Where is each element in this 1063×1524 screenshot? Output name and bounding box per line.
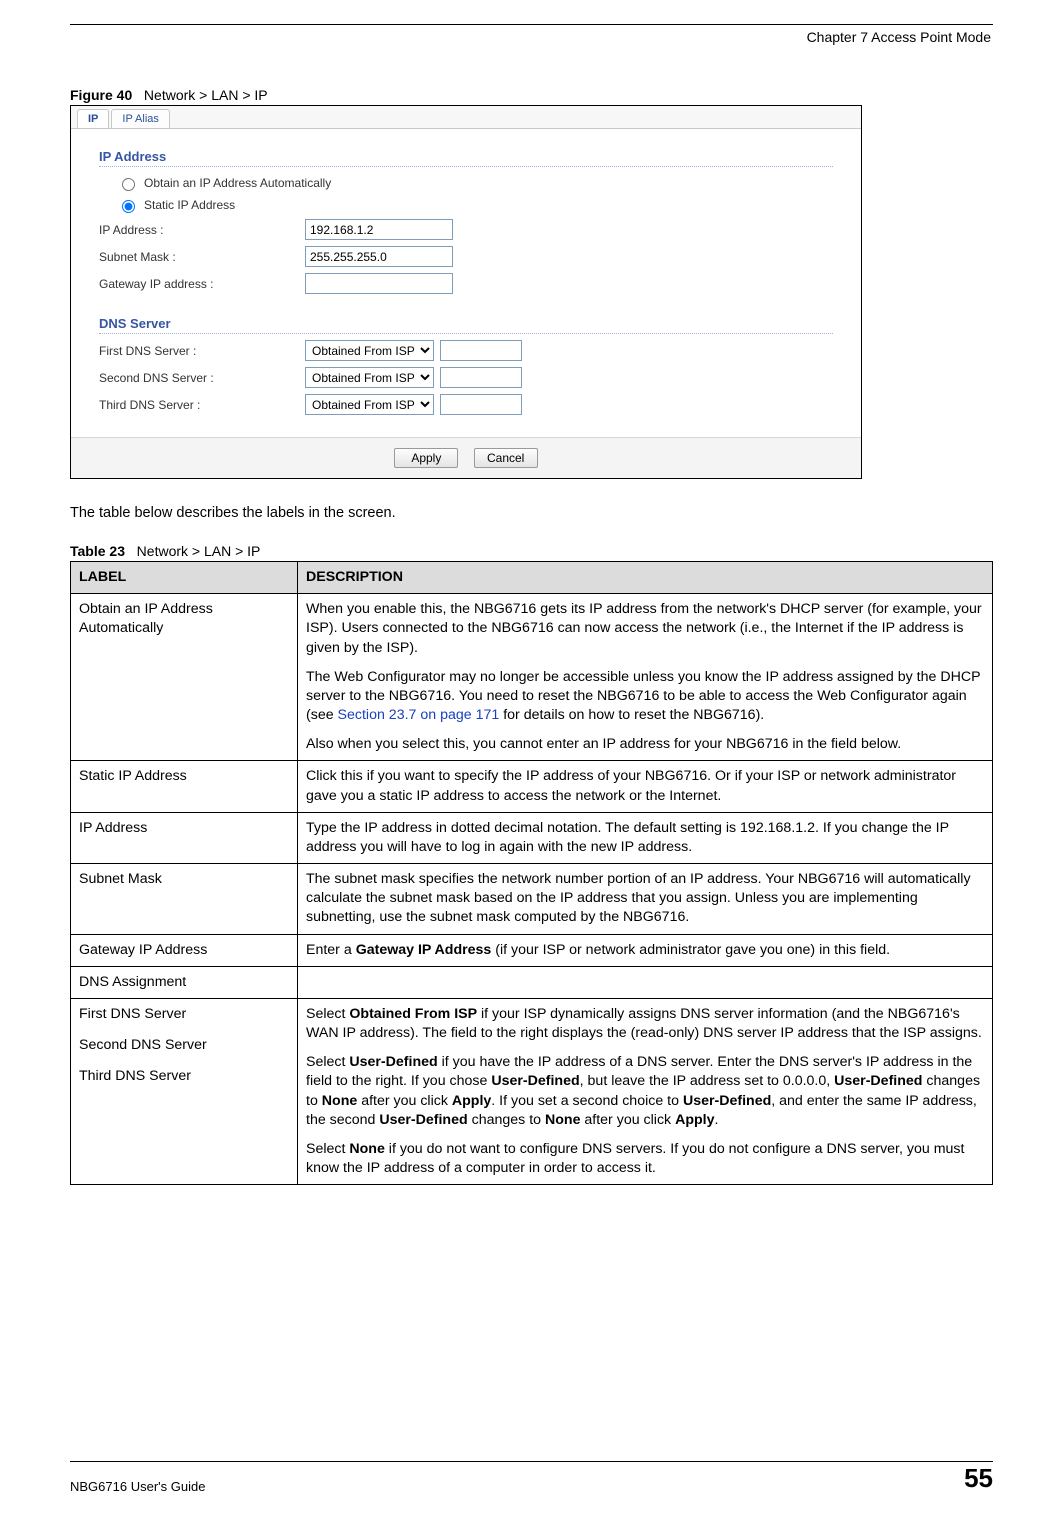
cell-desc: Click this if you want to specify the IP… xyxy=(298,761,993,812)
cell-label: First DNS Server Second DNS Server Third… xyxy=(71,998,298,1184)
label-first-dns: First DNS Server : xyxy=(99,344,305,358)
input-gateway-ip[interactable] xyxy=(305,273,453,294)
table-row: Obtain an IP Address Automatically When … xyxy=(71,594,993,761)
label-third-dns: Third DNS Server : xyxy=(99,398,305,412)
label-obtain-auto: Obtain an IP Address Automatically xyxy=(144,176,331,190)
cancel-button[interactable]: Cancel xyxy=(474,448,538,468)
input-first-dns-value[interactable] xyxy=(440,340,522,361)
section-ip-address: IP Address xyxy=(99,149,833,167)
cell-label: Static IP Address xyxy=(71,761,298,812)
cross-ref-link[interactable]: Section 23.7 on page 171 xyxy=(338,707,500,723)
apply-button[interactable]: Apply xyxy=(394,448,458,468)
cell-label: Gateway IP Address xyxy=(71,934,298,966)
th-label: LABEL xyxy=(71,562,298,594)
table-row: DNS Assignment xyxy=(71,966,993,998)
page-number: 55 xyxy=(964,1463,993,1494)
table-row: IP Address Type the IP address in dotted… xyxy=(71,812,993,863)
radio-obtain-auto[interactable] xyxy=(122,178,135,191)
chapter-header: Chapter 7 Access Point Mode xyxy=(70,29,993,45)
input-second-dns-value[interactable] xyxy=(440,367,522,388)
radio-static-ip[interactable] xyxy=(122,200,135,213)
cell-label: Subnet Mask xyxy=(71,864,298,935)
select-second-dns[interactable]: Obtained From ISP xyxy=(305,367,434,388)
th-description: DESCRIPTION xyxy=(298,562,993,594)
table-row: Gateway IP Address Enter a Gateway IP Ad… xyxy=(71,934,993,966)
table-row: First DNS Server Second DNS Server Third… xyxy=(71,998,993,1184)
cell-label: IP Address xyxy=(71,812,298,863)
input-third-dns-value[interactable] xyxy=(440,394,522,415)
label-second-dns: Second DNS Server : xyxy=(99,371,305,385)
cell-label: Obtain an IP Address Automatically xyxy=(71,594,298,761)
cell-desc: The subnet mask specifies the network nu… xyxy=(298,864,993,935)
label-static-ip: Static IP Address xyxy=(144,198,235,212)
select-first-dns[interactable]: Obtained From ISP xyxy=(305,340,434,361)
section-dns-server: DNS Server xyxy=(99,316,833,334)
figure-caption: Figure 40 Network > LAN > IP xyxy=(70,87,993,103)
label-subnet-mask: Subnet Mask : xyxy=(99,250,305,264)
tab-ip-alias[interactable]: IP Alias xyxy=(111,109,170,128)
cell-desc: When you enable this, the NBG6716 gets i… xyxy=(298,594,993,761)
figure-title: Network > LAN > IP xyxy=(144,87,268,103)
cell-desc: Select Obtained From ISP if your ISP dyn… xyxy=(298,998,993,1184)
label-gateway-ip: Gateway IP address : xyxy=(99,277,305,291)
screenshot-panel: IP IP Alias IP Address Obtain an IP Addr… xyxy=(70,105,862,479)
table-title: Network > LAN > IP xyxy=(137,543,261,559)
input-subnet-mask[interactable] xyxy=(305,246,453,267)
footer-guide: NBG6716 User's Guide xyxy=(70,1479,205,1494)
table-row: Static IP Address Click this if you want… xyxy=(71,761,993,812)
table-row: Subnet Mask The subnet mask specifies th… xyxy=(71,864,993,935)
figure-label: Figure 40 xyxy=(70,87,132,103)
cell-label: DNS Assignment xyxy=(71,966,298,998)
label-ip-address: IP Address : xyxy=(99,223,305,237)
description-table: LABEL DESCRIPTION Obtain an IP Address A… xyxy=(70,561,993,1185)
cell-desc: Type the IP address in dotted decimal no… xyxy=(298,812,993,863)
input-ip-address[interactable] xyxy=(305,219,453,240)
tab-ip[interactable]: IP xyxy=(77,109,109,128)
cell-desc: Enter a Gateway IP Address (if your ISP … xyxy=(298,934,993,966)
cell-desc xyxy=(298,966,993,998)
table-label: Table 23 xyxy=(70,543,125,559)
table-caption: Table 23 Network > LAN > IP xyxy=(70,543,993,559)
select-third-dns[interactable]: Obtained From ISP xyxy=(305,394,434,415)
intro-text: The table below describes the labels in … xyxy=(70,505,993,521)
